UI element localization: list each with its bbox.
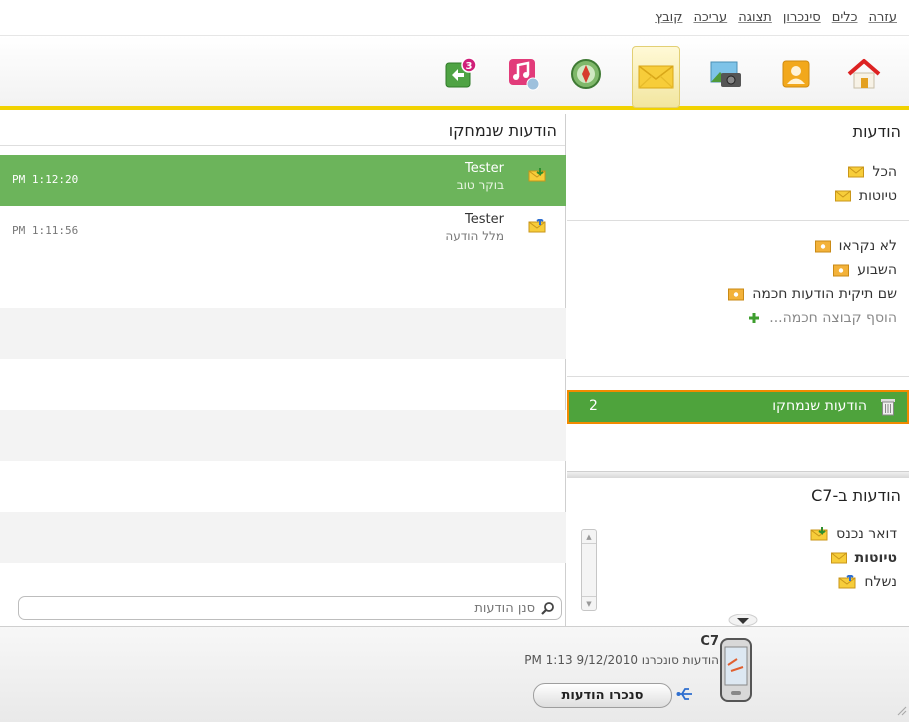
messages-button[interactable] [632, 46, 680, 108]
main-toolbar: 3 [0, 36, 909, 110]
maps-button[interactable] [562, 50, 610, 98]
device-folder-sent[interactable]: נשלח [838, 572, 897, 592]
filter-messages-box[interactable] [18, 596, 562, 620]
smart-folder-icon [814, 240, 831, 253]
menu-edit[interactable]: עריכה [693, 10, 727, 25]
smart-folder-icon [728, 288, 745, 301]
empty-row [0, 308, 566, 359]
message-time: PM 1:12:20 [12, 173, 79, 186]
scroll-down-icon[interactable]: ▼ [582, 596, 596, 610]
menu-tools[interactable]: כלים [832, 10, 858, 25]
device-inbox-label: דואר נכנס [836, 526, 897, 542]
music-icon [509, 59, 540, 91]
smart-folder-unread[interactable]: לא נקראו [814, 236, 897, 256]
smart-folder-custom-label: שם תיקית הודעות חכמה [752, 286, 897, 302]
message-row[interactable]: Tester בוקר טוב PM 1:12:20 [0, 155, 566, 206]
ovi-store-button[interactable]: 3 [436, 50, 484, 98]
folder-drafts-label: טיוטות [858, 188, 897, 204]
envelope-icon [834, 190, 851, 202]
folders-pane: הודעות הכל טיוטות לא נקראו השבוע שם תיקי… [567, 114, 909, 627]
folder-drafts[interactable]: טיוטות [834, 186, 897, 206]
device-folder-inbox[interactable]: דואר נכנס [810, 524, 897, 544]
contacts-icon [782, 60, 810, 88]
device-status-bar: C7 הודעות סונכרנו 9/12/2010 PM 1:13 סנכר… [0, 626, 909, 722]
scroll-up-icon[interactable]: ▲ [582, 530, 596, 544]
divider [567, 220, 909, 221]
sent-message-icon [528, 217, 546, 237]
device-folders-scrollbar[interactable]: ▲ ▼ [581, 529, 597, 611]
trash-icon [881, 398, 895, 420]
deleted-count: 2 [589, 398, 598, 414]
contacts-button[interactable] [772, 50, 820, 98]
folder-all[interactable]: הכל [848, 162, 897, 182]
photos-icon [710, 61, 741, 87]
device-sent-label: נשלח [864, 574, 897, 590]
resize-grip-icon[interactable] [895, 704, 907, 720]
message-time: PM 1:11:56 [12, 224, 79, 237]
phone-icon [719, 637, 753, 707]
menu-bar: קובץ עריכה תצוגה סינכרון כלים עזרה [0, 0, 909, 36]
filter-messages-input[interactable] [135, 599, 535, 617]
folder-deleted-messages[interactable]: הודעות שנמחקו 2 [567, 390, 909, 424]
device-drafts-label: טיוטות [854, 550, 897, 566]
smart-folder-this-week-label: השבוע [857, 262, 897, 278]
messages-section-title: הודעות [852, 122, 901, 141]
message-subject: בוקר טוב [456, 178, 504, 192]
empty-row [0, 410, 566, 461]
message-list-pane: הודעות שנמחקו Tester בוקר טוב PM 1:12:20… [0, 114, 566, 626]
home-icon [847, 59, 881, 89]
menu-file[interactable]: קובץ [655, 10, 682, 25]
divider [567, 376, 909, 377]
sync-messages-button[interactable]: סנכרו הודעות [533, 683, 672, 708]
folder-deleted-label: הודעות שנמחקו [772, 398, 867, 414]
message-sender: Tester [465, 212, 504, 227]
sent-icon [838, 575, 856, 589]
add-smart-group-label: הוסף קבוצה חכמה... [769, 310, 897, 326]
envelope-icon [848, 166, 865, 178]
search-icon [541, 601, 555, 619]
plus-icon [749, 313, 760, 323]
menu-items: קובץ עריכה תצוגה סינכרון כלים עזרה [655, 10, 897, 25]
inbox-icon [810, 527, 828, 541]
empty-row [0, 512, 566, 563]
message-row[interactable]: Tester מלל הודעה PM 1:11:56 [0, 206, 566, 257]
message-list-title: הודעות שנמחקו [0, 114, 565, 146]
received-message-icon [528, 168, 546, 186]
pane-splitter[interactable] [567, 471, 909, 478]
messages-icon [638, 65, 674, 89]
envelope-icon [830, 552, 847, 564]
smart-folder-this-week[interactable]: השבוע [833, 260, 897, 280]
menu-help[interactable]: עזרה [869, 10, 897, 25]
device-messages-title: הודעות ב-C7 [811, 486, 901, 505]
folder-all-label: הכל [872, 164, 897, 180]
photos-button[interactable] [702, 50, 750, 98]
maps-icon [571, 59, 601, 89]
device-folder-drafts[interactable]: טיוטות [830, 548, 897, 568]
usb-connection-icon [676, 686, 694, 706]
store-badge: 3 [466, 61, 473, 72]
smart-folder-unread-label: לא נקראו [838, 238, 897, 254]
sync-status: הודעות סונכרנו 9/12/2010 PM 1:13 [524, 653, 719, 667]
smart-folder-custom[interactable]: שם תיקית הודעות חכמה [728, 284, 897, 304]
music-button[interactable] [500, 50, 548, 98]
message-subject: מלל הודעה [445, 229, 504, 243]
home-button[interactable] [840, 50, 888, 98]
add-smart-group-button[interactable]: הוסף קבוצה חכמה... [747, 308, 897, 328]
smart-folder-icon [833, 264, 850, 277]
menu-sync[interactable]: סינכרון [783, 10, 821, 25]
menu-view[interactable]: תצוגה [738, 10, 772, 25]
device-name: C7 [700, 634, 719, 649]
message-sender: Tester [465, 161, 504, 176]
ovi-store-icon: 3 [445, 57, 477, 88]
